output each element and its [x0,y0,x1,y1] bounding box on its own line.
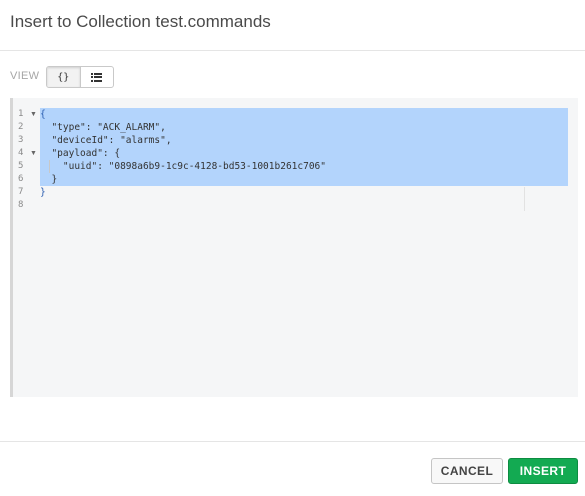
cancel-button[interactable]: CANCEL [431,458,503,484]
code-line: "uuid": "0898a6b9-1c9c-4128-bd53-1001b26… [40,161,326,172]
insert-button[interactable]: INSERT [508,458,578,484]
dialog-footer: CANCEL INSERT [0,441,585,496]
fold-arrow-icon[interactable]: ▼ [30,108,37,121]
line-number: 2 [18,122,24,132]
insert-document-dialog: Insert to Collection test.commands VIEW … [0,0,585,495]
editor-gutter: 1 ▼ 2 3 4 ▼ 5 6 7 8 [13,98,38,397]
dialog-header: Insert to Collection test.commands [0,0,585,51]
braces-icon: {} [57,71,70,83]
code-line: } [40,187,46,198]
code-line: "payload": { [40,148,121,159]
print-margin [524,187,525,211]
line-number: 5 [18,161,24,171]
line-number: 6 [18,174,24,184]
code-line: "type": "ACK_ALARM", [40,122,166,133]
code-line: "deviceId": "alarms", [40,135,172,146]
fold-arrow-icon[interactable]: ▼ [30,147,37,160]
line-number: 8 [18,200,24,210]
list-view-button[interactable] [81,67,114,87]
line-number: 3 [18,135,24,145]
code-line: } [40,174,58,185]
json-editor[interactable]: 1 ▼ 2 3 4 ▼ 5 6 7 8 { "type": "ACK_ALARM… [10,98,578,397]
list-icon [91,72,103,82]
view-label: VIEW [10,70,40,82]
line-number: 4 [18,148,24,158]
code-line: { [40,109,46,120]
view-toggle-group: {} [46,66,114,88]
code-content[interactable]: { "type": "ACK_ALARM", "deviceId": "alar… [40,108,326,212]
json-view-button[interactable]: {} [47,67,81,87]
line-number: 7 [18,187,24,197]
line-number: 1 [18,109,24,119]
dialog-title: Insert to Collection test.commands [10,12,271,31]
